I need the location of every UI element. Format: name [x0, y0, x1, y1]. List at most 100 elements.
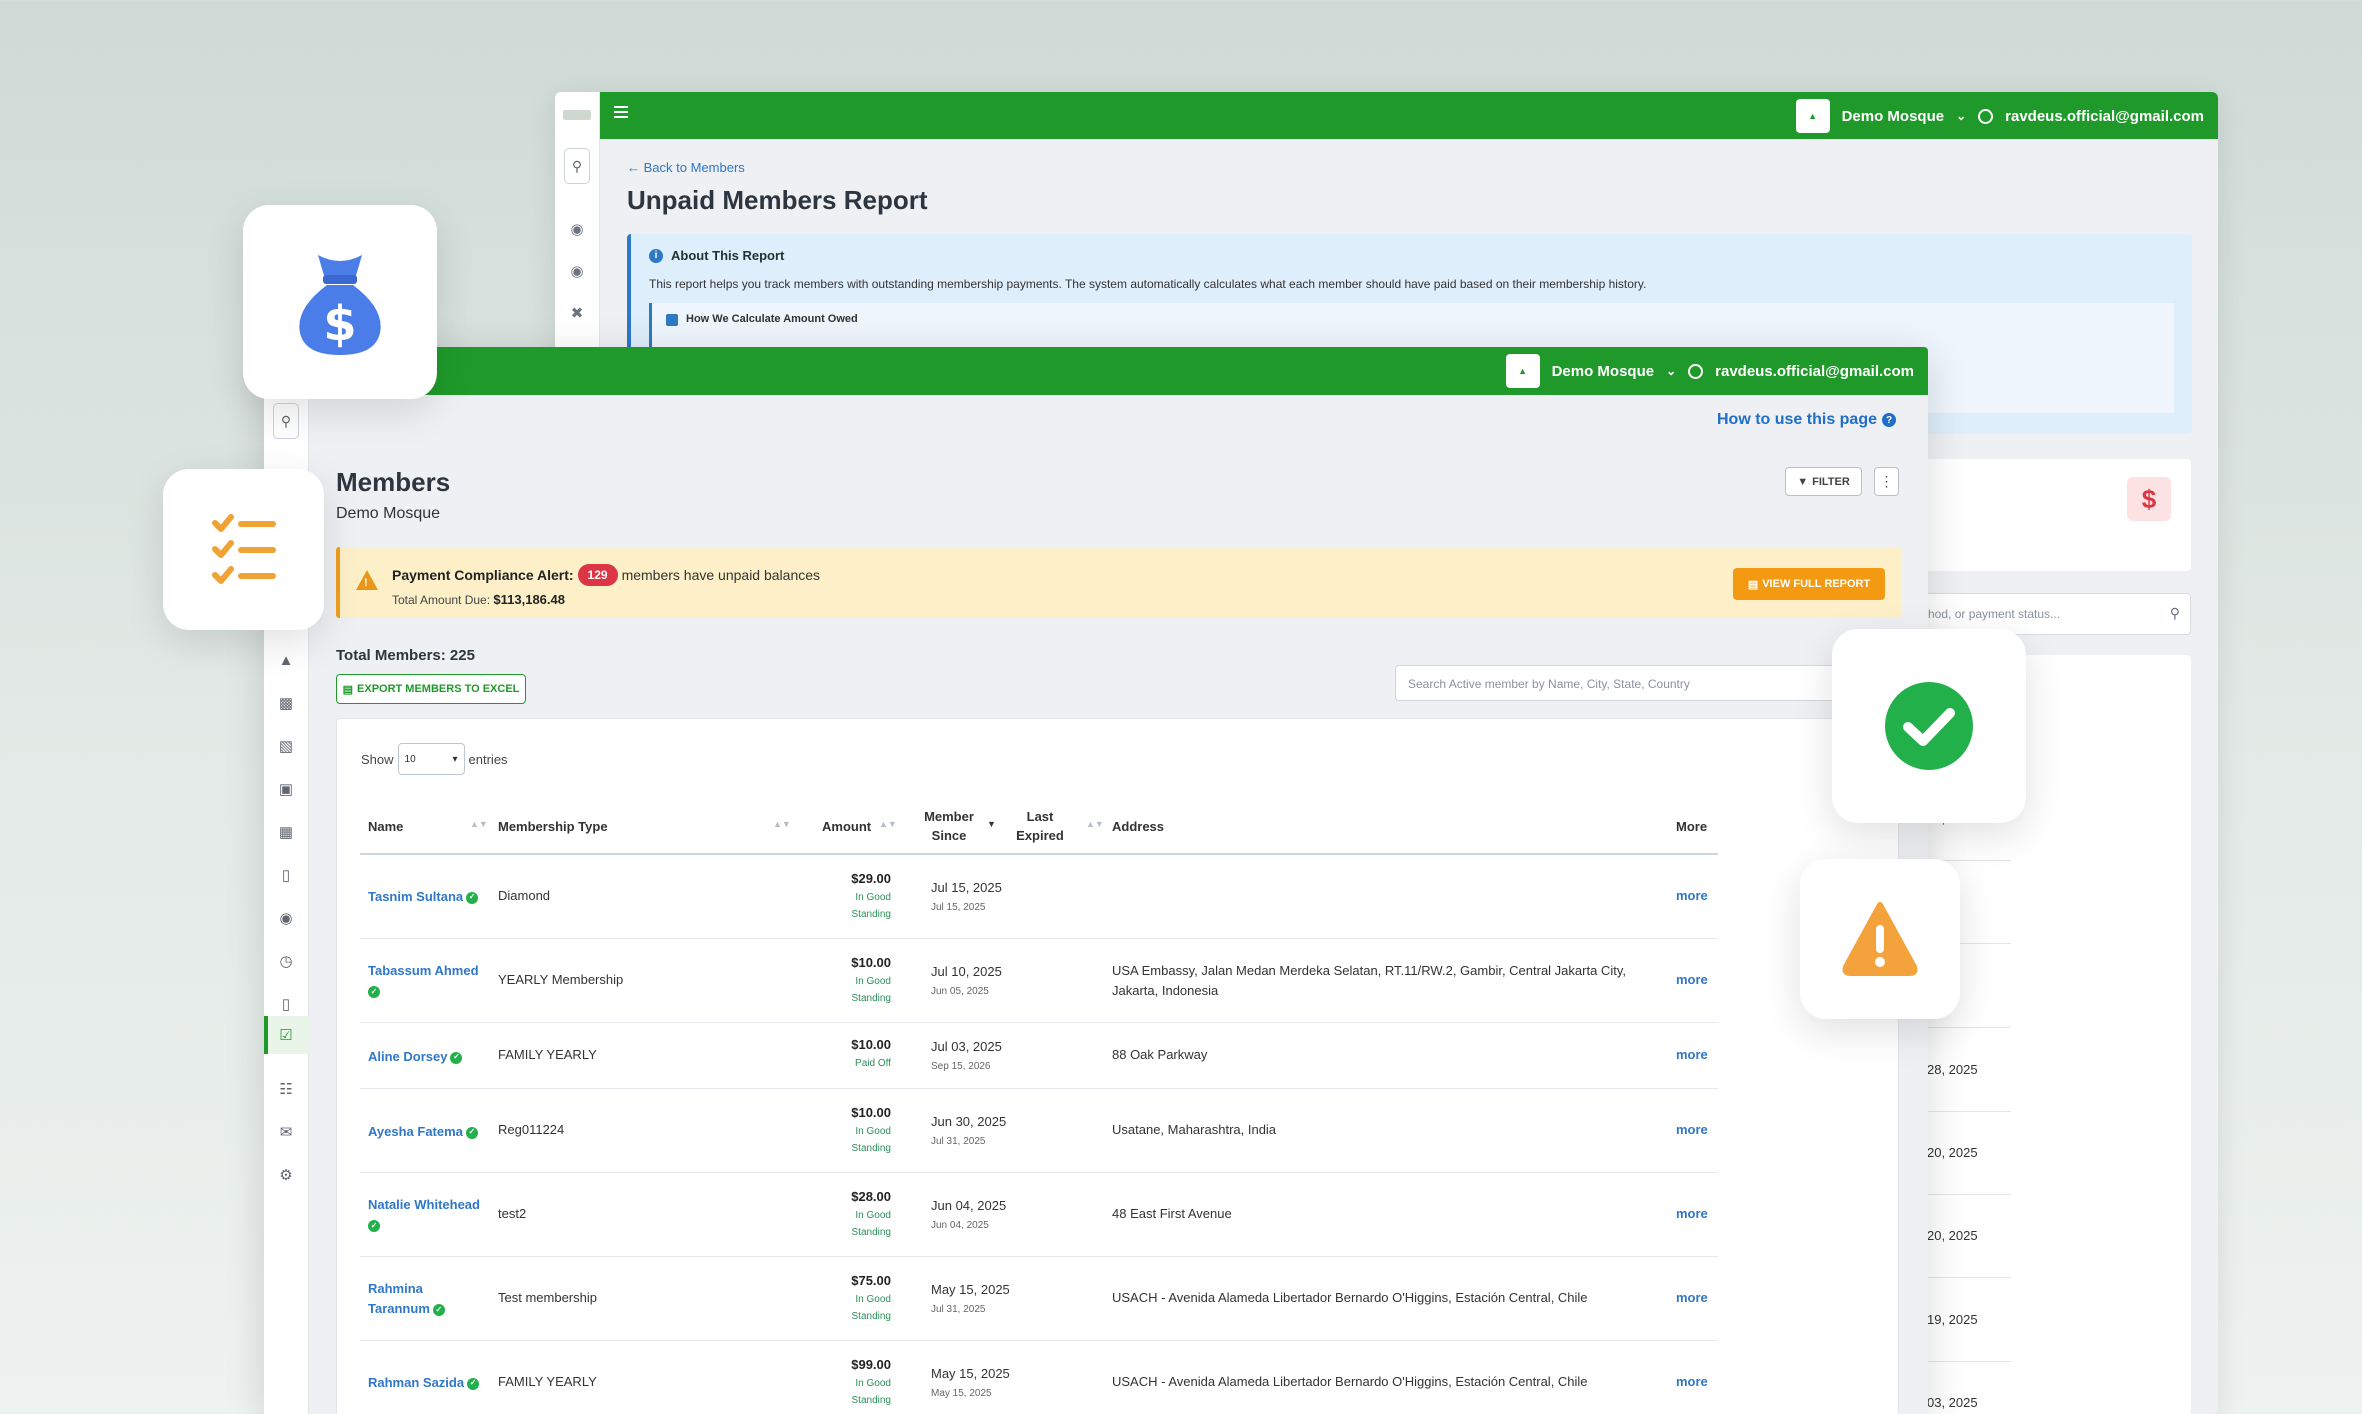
since-cell: Jul 10, 2025 Jun 05, 2025	[931, 964, 1002, 998]
membership-type: Test membership	[498, 1290, 597, 1305]
address: Usatane, Maharashtra, India	[1112, 1122, 1277, 1137]
clock-icon[interactable]: ◷	[275, 950, 297, 972]
table-row: Tasnim Sultana ✓ Diamond $29.00 In Good St…	[360, 855, 1718, 939]
sort-icon[interactable]: ▲▼	[773, 819, 791, 829]
more-link[interactable]: more	[1676, 1374, 1708, 1389]
more-link[interactable]: more	[1676, 972, 1708, 987]
sort-desc-icon[interactable]: ▼	[987, 819, 996, 829]
member-name-link[interactable]: Rahmina Tarannum ✓	[368, 1279, 468, 1319]
back-topbar: ▲ Demo Mosque ⌄ ravdeus.official@gmail.c…	[600, 92, 2218, 139]
more-link[interactable]: more	[1676, 888, 1708, 903]
address: USA Embassy, Jalan Medan Merdeka Selatan…	[1112, 963, 1626, 999]
membership-type: YEARLY Membership	[498, 972, 624, 987]
peek-date: 20, 2025	[1927, 1145, 1978, 1160]
chevron-down-icon[interactable]: ⌄	[1956, 109, 1966, 123]
since-cell: Jun 30, 2025 Jul 31, 2025	[931, 1114, 1007, 1148]
active-nav-indicator	[264, 1016, 268, 1054]
view-full-report-button[interactable]: ▤ VIEW FULL REPORT	[1733, 568, 1885, 600]
col-amount[interactable]: Amount	[822, 797, 871, 855]
excel-icon: ▤	[342, 683, 354, 696]
col-last-expired[interactable]: Last Expired	[1012, 797, 1068, 855]
page-subtitle: Demo Mosque	[336, 505, 441, 522]
money-icon[interactable]: ▩	[275, 692, 297, 714]
member-name-link[interactable]: Natalie Whitehead ✓	[368, 1195, 493, 1235]
address: 88 Oak Parkway	[1112, 1047, 1208, 1062]
gift-icon[interactable]: ▣	[275, 778, 297, 800]
chat-icon[interactable]: ✉	[275, 1121, 297, 1143]
verified-icon: ✓	[450, 1051, 463, 1064]
show-label: Show	[361, 751, 394, 767]
sidebar-search-button[interactable]: ⚲	[564, 148, 590, 184]
dashboard-alt-icon[interactable]: ◉	[566, 260, 588, 282]
verified-icon: ✓	[368, 1219, 380, 1232]
total-due-value: $113,186.48	[493, 592, 565, 607]
unpaid-count-badge: 129	[577, 564, 618, 586]
table-header: Name ▲▼ Membership Type ▲▼ Amount ▲▼ Mem…	[360, 797, 1718, 855]
search-icon[interactable]: ⚲	[2170, 605, 2180, 622]
summary-card: $	[1925, 459, 2191, 571]
help-link[interactable]: How to use this page?	[1717, 411, 1896, 429]
sort-icon[interactable]: ▲▼	[470, 819, 488, 829]
calc-title: How We Calculate Amount Owed	[686, 313, 858, 325]
bookmark-icon[interactable]: ▯	[275, 993, 297, 1015]
payment-alert: ! Payment Compliance Alert: 129 members …	[336, 547, 1901, 618]
verified-icon: ✓	[466, 891, 479, 904]
chevron-down-icon[interactable]: ⌄	[1666, 364, 1676, 378]
settings-icon[interactable]: ⚙	[275, 1164, 297, 1186]
col-name[interactable]: Name	[368, 797, 403, 855]
more-link[interactable]: more	[1676, 1206, 1708, 1221]
col-membership-type[interactable]: Membership Type	[498, 797, 608, 855]
back-to-members-link[interactable]: ← Back to Members	[627, 160, 2192, 175]
since-cell: Jul 03, 2025 Sep 15, 2026	[931, 1039, 1002, 1073]
receipt-icon[interactable]: ▧	[275, 735, 297, 757]
sitemap-icon[interactable]: ☷	[275, 1078, 297, 1100]
more-options-button[interactable]: ⋮	[1874, 467, 1899, 496]
export-excel-button[interactable]: ▤ EXPORT MEMBERS TO EXCEL	[336, 674, 526, 704]
membership-type: FAMILY YEARLY	[498, 1047, 597, 1062]
graduation-cap-icon[interactable]: ▲	[275, 649, 297, 671]
col-address: Address	[1112, 818, 1165, 834]
membership-type: FAMILY YEARLY	[498, 1374, 597, 1389]
amount-cell: $10.00 In Good Standing	[851, 1105, 891, 1154]
svg-text:$: $	[323, 296, 356, 352]
member-name-link[interactable]: Rahman Sazida ✓	[368, 1373, 493, 1393]
mosque-logo: ▲	[1795, 99, 1830, 133]
total-members: Total Members: 225	[336, 647, 475, 664]
more-link[interactable]: more	[1676, 1047, 1708, 1062]
money-bag-card: $	[243, 205, 437, 399]
donation-icon[interactable]: ◉	[275, 907, 297, 929]
sort-icon[interactable]: ▲▼	[1086, 819, 1104, 829]
verified-icon: ✓	[432, 1303, 445, 1316]
calendar-icon[interactable]: ▦	[275, 821, 297, 843]
membership-type: Reg011224	[498, 1122, 565, 1137]
user-menu[interactable]: ravdeus.official@gmail.com	[1715, 363, 1914, 380]
menu-toggle-icon[interactable]	[614, 106, 628, 118]
member-name-link[interactable]: Ayesha Fatema ✓	[368, 1122, 493, 1142]
filter-button[interactable]: ▼ FILTER	[1785, 467, 1862, 496]
sidebar-search-button[interactable]: ⚲	[273, 403, 299, 439]
mosque-switcher[interactable]: Demo Mosque	[1842, 108, 1945, 125]
question-icon: ?	[1882, 413, 1896, 427]
col-member-since[interactable]: Member Since	[918, 797, 980, 855]
mosque-switcher[interactable]: Demo Mosque	[1552, 363, 1655, 380]
checkbox-icon[interactable]: ☑	[275, 1024, 297, 1046]
sort-icon[interactable]: ▲▼	[879, 819, 897, 829]
more-link[interactable]: more	[1676, 1122, 1708, 1137]
table-row: Aline Dorsey ✓ FAMILY YEARLY $10.00 Paid O…	[360, 1023, 1718, 1089]
tools-icon[interactable]: ✖	[566, 302, 588, 324]
member-search-input[interactable]: Search Active member by Name, City, Stat…	[1395, 665, 1845, 701]
member-name-link[interactable]: Tasnim Sultana ✓	[368, 887, 488, 907]
member-name-link[interactable]: Aline Dorsey ✓	[368, 1047, 493, 1067]
dashboard-icon[interactable]: ◉	[566, 218, 588, 240]
table-row: Rahmina Tarannum ✓ Test membership $75.00…	[360, 1257, 1718, 1341]
book-icon[interactable]: ▯	[275, 864, 297, 886]
entries-select[interactable]: 10 ▾	[397, 743, 465, 775]
user-icon	[1978, 108, 1994, 124]
dollar-icon: $	[2127, 477, 2171, 521]
verified-icon: ✓	[465, 1126, 478, 1139]
alert-text: members have unpaid balances	[621, 567, 821, 583]
more-link[interactable]: more	[1676, 1290, 1708, 1305]
member-name-link[interactable]: Tabassum Ahmed ✓	[368, 961, 493, 1001]
amount-cell: $29.00 In Good Standing	[851, 871, 891, 920]
user-menu[interactable]: ravdeus.official@gmail.com	[2005, 108, 2204, 125]
